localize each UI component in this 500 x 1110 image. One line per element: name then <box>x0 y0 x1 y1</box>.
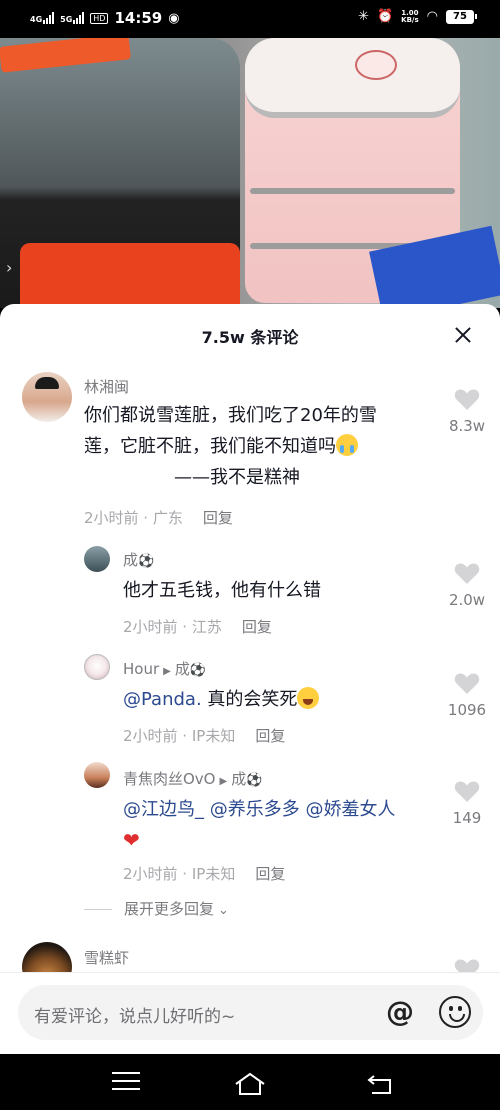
comment-text[interactable]: 他才五毛钱，他有什么错 <box>123 575 321 606</box>
compass-icon: ◉ <box>168 10 180 26</box>
avatar[interactable] <box>22 372 72 422</box>
like-count: 8.3w <box>448 417 486 435</box>
comment-meta: 2小时前 · IP未知 回复 <box>123 865 286 883</box>
reply-item: 成⚽ 他才五毛钱，他有什么错 2小时前 · 江苏 回复 2.0w <box>0 534 500 644</box>
alarm-icon: ⏰ <box>376 9 394 24</box>
play-arrow-icon: ▶ <box>219 776 228 787</box>
like-button[interactable]: 149 <box>442 780 492 827</box>
signal-icon: 5G <box>60 12 85 24</box>
like-button[interactable]: 2.0w <box>442 562 492 609</box>
reply-button[interactable]: 回复 <box>255 865 285 883</box>
play-arrow-icon: ▶ <box>163 666 171 677</box>
heart-icon <box>454 673 480 694</box>
comment-meta: 2小时前 · 江苏 回复 <box>123 618 272 636</box>
battery-icon: 75 <box>446 9 477 24</box>
back-icon[interactable] <box>366 1072 394 1094</box>
like-button[interactable]: 1096 <box>442 672 492 719</box>
comment-text[interactable]: @Panda. 真的会笑死 <box>123 684 320 715</box>
comment-meta: 2小时前 · 广东 回复 <box>84 509 233 527</box>
avatar[interactable] <box>84 546 110 572</box>
net-speed: 1.00 KB/s <box>401 8 419 24</box>
heart-icon <box>454 563 480 584</box>
comment-author[interactable]: 青焦肉丝OvO ▶ 成⚽ <box>123 768 262 789</box>
comment-input[interactable]: 有爱评论，说点儿好听的~ @ <box>18 985 483 1040</box>
clock: 14:59 <box>114 9 163 27</box>
status-bar: 4G 5G HD 14:59 ◉ ✳ ⏰ 1.00 KB/s ◠ 75 <box>0 0 500 38</box>
wifi-icon: ◠ <box>426 9 438 24</box>
chevron-right-icon: › <box>6 258 13 277</box>
comment-author[interactable]: 雪糕虾 <box>84 947 129 968</box>
comment-author[interactable]: 林湘闽 <box>84 376 129 397</box>
bluetooth-icon: ✳ <box>358 9 369 24</box>
comment-text[interactable]: 你们都说雪莲脏，我们吃了20年的雪 莲，它脏不脏，我们能不知道吗 ——我不是糕神 <box>84 400 424 493</box>
mention-button[interactable]: @ <box>383 995 417 1029</box>
like-button[interactable]: 8.3w <box>442 388 492 435</box>
chevron-down-icon: ⌄ <box>218 903 229 918</box>
reply-button[interactable]: 回复 <box>242 618 272 636</box>
hd-icon: HD <box>90 12 109 24</box>
home-icon[interactable] <box>234 1072 265 1095</box>
comment-meta: 2小时前 · IP未知 回复 <box>123 727 286 745</box>
video-frame-bottle <box>0 38 240 308</box>
expand-more-replies[interactable]: 展开更多回复 ⌄ <box>84 898 229 919</box>
mention-link[interactable]: @Panda. <box>123 689 202 710</box>
reply-item: 青焦肉丝OvO ▶ 成⚽ @江边鸟_ @养乐多多 @娇羞女人 ❤ 2小时前 · IP… <box>0 754 500 884</box>
soccer-ball-emoji: ⚽ <box>189 663 207 678</box>
red-heart-emoji: ❤ <box>123 828 140 852</box>
avatar[interactable] <box>84 762 110 788</box>
soccer-ball-emoji: ⚽ <box>246 773 263 788</box>
soccer-ball-emoji: ⚽ <box>138 554 155 569</box>
menu-icon[interactable] <box>112 1072 140 1094</box>
avatar[interactable] <box>84 654 110 680</box>
comment-text[interactable]: @江边鸟_ @养乐多多 @娇羞女人 ❤ <box>123 794 433 857</box>
video-player[interactable]: › <box>0 38 500 308</box>
like-count: 1096 <box>447 701 487 719</box>
laughing-face-emoji <box>297 687 320 709</box>
reply-button[interactable]: 回复 <box>255 727 285 745</box>
system-nav-bar <box>0 1054 500 1110</box>
like-count: 149 <box>452 809 482 827</box>
comment-item: 林湘闽 你们都说雪莲脏，我们吃了20年的雪 莲，它脏不脏，我们能不知道吗 ——我… <box>0 304 500 534</box>
crying-face-emoji <box>336 434 358 456</box>
comment-input-placeholder: 有爱评论，说点儿好听的~ <box>34 1007 236 1027</box>
signal-icon: 4G <box>30 12 55 24</box>
reply-item: Hour ▶ 成⚽ @Panda. 真的会笑死 2小时前 · IP未知 回复 1096 <box>0 644 500 754</box>
like-count: 2.0w <box>448 591 486 609</box>
comment-author[interactable]: 成⚽ <box>123 549 154 570</box>
comment-sheet: 7.5w 条评论 林湘闽 你们都说雪莲脏，我们吃了20年的雪 莲，它脏不脏，我们… <box>0 304 500 1054</box>
mention-link[interactable]: @江边鸟_ @养乐多多 @娇羞女人 <box>123 799 395 820</box>
emoji-icon[interactable] <box>439 996 471 1028</box>
heart-icon <box>454 781 480 802</box>
reply-button[interactable]: 回复 <box>203 509 233 527</box>
heart-icon <box>454 389 480 410</box>
comment-author[interactable]: Hour ▶ 成⚽ <box>123 658 206 679</box>
